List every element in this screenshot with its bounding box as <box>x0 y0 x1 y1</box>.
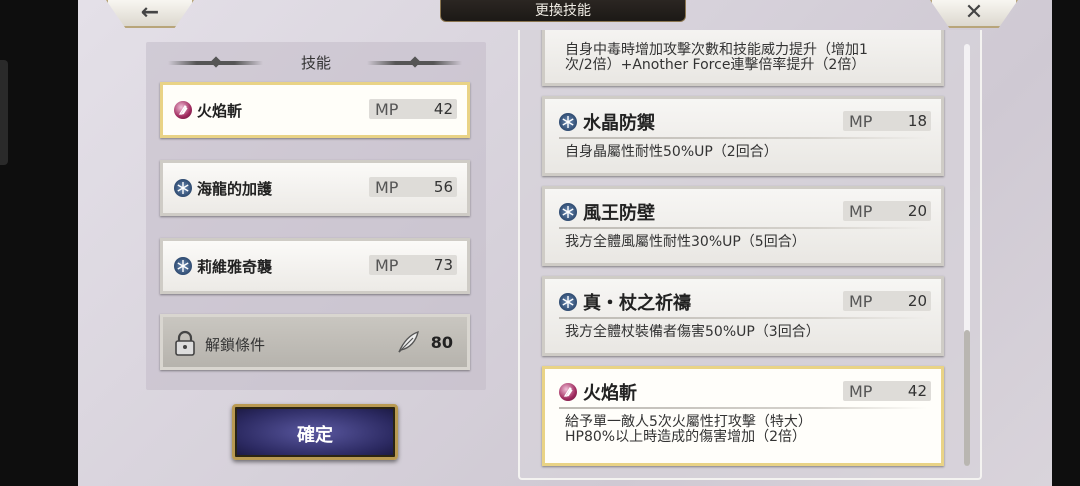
mp-cost: MP 73 <box>369 255 457 275</box>
crystal-element-icon <box>174 257 192 275</box>
mp-cost: MP 42 <box>843 381 931 401</box>
unlock-condition-value: 80 <box>430 333 453 352</box>
description-line: 給予單一敵人5次火屬性打攻擊（特大） <box>565 414 812 430</box>
skill-description: 我方全體風屬性耐性30%UP（5回合） <box>565 234 806 250</box>
mp-value: 42 <box>907 382 927 400</box>
skill-name: 莉維雅奇襲 <box>197 258 273 276</box>
ornament-right <box>367 61 462 65</box>
fire-element-icon <box>559 383 577 401</box>
skill-name: 風王防壁 <box>583 203 655 224</box>
page-title: 更換技能 <box>440 0 686 22</box>
skill-slot-2[interactable]: 海龍的加護 MP 56 <box>160 160 470 216</box>
screen-edge-left <box>0 0 78 486</box>
lock-icon <box>174 330 196 356</box>
skill-card-3[interactable]: 真・杖之祈禱 MP 20 我方全體杖裝備者傷害50%UP（3回合） <box>542 276 944 356</box>
mp-label: MP <box>375 256 399 275</box>
skill-description: 自身晶屬性耐性50%UP（2回合） <box>565 144 778 160</box>
scrollbar-track[interactable] <box>964 44 970 466</box>
device-notch <box>0 60 8 165</box>
skill-name: 海龍的加護 <box>197 180 273 198</box>
mp-label: MP <box>375 100 399 119</box>
mp-cost: MP 42 <box>369 99 457 119</box>
mp-cost: MP 20 <box>843 291 931 311</box>
scrollbar-thumb[interactable] <box>964 330 970 466</box>
mp-label: MP <box>849 292 873 311</box>
crystal-element-icon <box>559 293 577 311</box>
skill-card-1[interactable]: 水晶防禦 MP 18 自身晶屬性耐性50%UP（2回合） <box>542 96 944 176</box>
mp-label: MP <box>849 202 873 221</box>
unlock-condition-label: 解鎖條件 <box>205 336 266 354</box>
crystal-element-icon <box>559 113 577 131</box>
equipped-skills-panel: 技能 火焰斬 MP 42 海龍的加護 MP 56 莉維雅奇襲 MP 73 解鎖條… <box>146 42 486 390</box>
description-line: 自身中毒時增加攻擊次數和技能威力提升（增加1 <box>565 42 868 58</box>
fire-element-icon <box>174 101 192 119</box>
locked-skill-slot[interactable]: 解鎖條件 80 <box>160 314 470 370</box>
skill-card-partial[interactable]: 自身中毒時增加攻擊次數和技能威力提升（增加1 次/2倍）+Another For… <box>542 30 944 86</box>
screen-edge-right <box>1052 0 1080 486</box>
crystal-element-icon <box>559 203 577 221</box>
skill-description: 我方全體杖裝備者傷害50%UP（3回合） <box>565 324 820 340</box>
skill-name: 水晶防禦 <box>583 113 655 134</box>
divider <box>559 137 927 139</box>
mp-label: MP <box>849 112 873 131</box>
description-line: HP80%以上時造成的傷害增加（2倍） <box>565 429 806 445</box>
confirm-label: 確定 <box>297 425 333 446</box>
mp-label: MP <box>849 382 873 401</box>
mp-cost: MP 18 <box>843 111 931 131</box>
skill-name: 火焰斬 <box>583 383 637 404</box>
crystal-element-icon <box>174 179 192 197</box>
skill-slot-1[interactable]: 火焰斬 MP 42 <box>160 82 470 138</box>
mp-value: 18 <box>907 112 927 130</box>
skill-description: 自身中毒時增加攻擊次數和技能威力提升（增加1 次/2倍）+Another For… <box>565 43 927 73</box>
mp-value: 20 <box>907 292 927 310</box>
mp-cost: MP 20 <box>843 201 931 221</box>
feather-icon <box>395 329 421 355</box>
mp-value: 20 <box>907 202 927 220</box>
description-line: 次/2倍）+Another Force連擊倍率提升（2倍） <box>565 57 866 73</box>
mp-label: MP <box>375 178 399 197</box>
skill-name: 真・杖之祈禱 <box>583 293 691 314</box>
divider <box>559 227 927 229</box>
mp-value: 56 <box>433 178 453 196</box>
mp-value: 73 <box>433 256 453 274</box>
mp-cost: MP 56 <box>369 177 457 197</box>
divider <box>559 317 927 319</box>
skill-card-2[interactable]: 風王防壁 MP 20 我方全體風屬性耐性30%UP（5回合） <box>542 186 944 266</box>
mp-value: 42 <box>433 100 453 118</box>
skill-description: 給予單一敵人5次火屬性打攻擊（特大） HP80%以上時造成的傷害增加（2倍） <box>565 415 927 445</box>
skill-list-panel[interactable]: 自身中毒時增加攻擊次數和技能威力提升（增加1 次/2倍）+Another For… <box>518 30 982 480</box>
divider <box>559 407 927 409</box>
skill-slot-3[interactable]: 莉維雅奇襲 MP 73 <box>160 238 470 294</box>
skill-name: 火焰斬 <box>197 102 243 120</box>
confirm-button[interactable]: 確定 <box>232 404 398 460</box>
skill-card-4[interactable]: 火焰斬 MP 42 給予單一敵人5次火屬性打攻擊（特大） HP80%以上時造成的… <box>542 366 944 466</box>
